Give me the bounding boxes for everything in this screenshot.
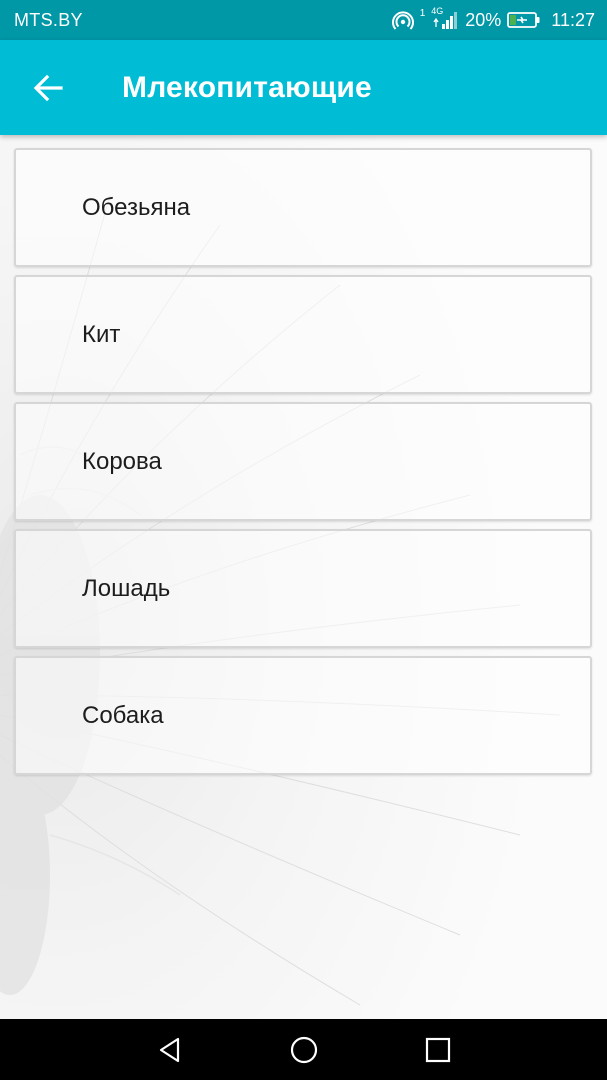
- list-item-label: Кит: [82, 320, 121, 348]
- app-bar: Млекопитающие: [0, 40, 607, 135]
- network-type-label: 4G: [431, 6, 444, 16]
- signal-icon: 4G: [431, 6, 459, 30]
- carrier-name: MTS.BY: [14, 9, 83, 30]
- list-item-label: Собака: [82, 701, 164, 729]
- back-button[interactable]: [0, 40, 96, 135]
- nav-back-button[interactable]: [103, 1019, 237, 1080]
- recents-square-icon: [425, 1037, 451, 1063]
- list-item-monkey[interactable]: Обезьяна: [14, 148, 592, 267]
- hotspot-icon: [391, 10, 414, 30]
- status-bar: MTS.BY 1 4G 20% 11:27: [0, 0, 607, 40]
- navigation-bar: [0, 1019, 607, 1080]
- mammals-list: Обезьяна Кит Корова Лошадь Собака: [14, 148, 592, 783]
- list-item-cow[interactable]: Корова: [14, 402, 592, 521]
- home-circle-icon: [289, 1035, 319, 1065]
- nav-home-button[interactable]: [237, 1019, 371, 1080]
- nav-recents-button[interactable]: [371, 1019, 505, 1080]
- content-area: Обезьяна Кит Корова Лошадь Собака: [0, 135, 607, 1019]
- list-item-label: Обезьяна: [82, 193, 191, 221]
- sim-indicator: 1: [419, 7, 426, 19]
- status-icons: 1 4G 20% 11:27: [391, 6, 595, 31]
- clock: 11:27: [551, 9, 595, 30]
- list-item-dog[interactable]: Собака: [14, 656, 592, 775]
- list-item-label: Корова: [82, 447, 162, 475]
- list-item-whale[interactable]: Кит: [14, 275, 592, 394]
- back-triangle-icon: [156, 1036, 184, 1064]
- battery-percent: 20%: [465, 9, 502, 30]
- battery-charging-icon: [507, 11, 541, 29]
- arrow-left-icon: [33, 74, 63, 101]
- list-item-label: Лошадь: [82, 574, 171, 602]
- page-title: Млекопитающие: [122, 70, 372, 104]
- list-item-horse[interactable]: Лошадь: [14, 529, 592, 648]
